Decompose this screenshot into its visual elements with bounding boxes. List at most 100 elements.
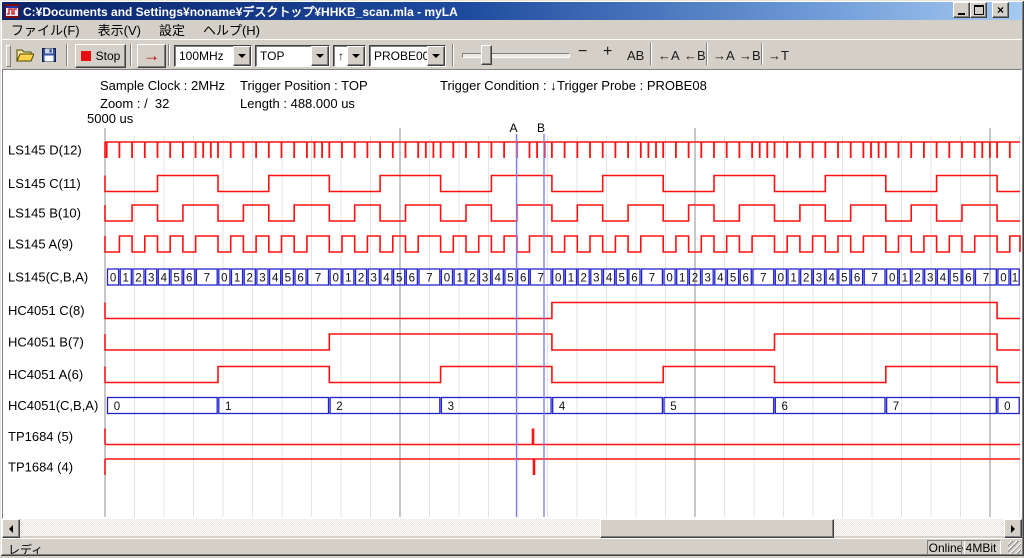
bus-cell-value: 6 xyxy=(743,273,749,285)
channel-label: HC4051(C,B,A) xyxy=(8,398,98,413)
minimize-button[interactable] xyxy=(953,2,970,18)
bus-cell-value: 5 xyxy=(173,273,179,285)
zoom-slider-track[interactable] xyxy=(462,53,570,58)
bus-cell-value: 7 xyxy=(871,273,877,285)
bus-cell-value: 5 xyxy=(396,273,402,285)
sample-rate-value: 100MHz xyxy=(179,49,224,63)
scroll-right-button[interactable] xyxy=(1004,519,1022,538)
toolbar-grip[interactable] xyxy=(6,45,11,67)
resize-grip[interactable] xyxy=(1008,541,1021,554)
bus-cell-value: 4 xyxy=(606,273,613,285)
bus-cell-value: 1 xyxy=(234,273,240,285)
waveform-tp1684-4 xyxy=(105,459,1020,475)
bus-cell-value: 1 xyxy=(123,273,129,285)
maximize-button[interactable] xyxy=(970,2,987,18)
bus-cell-value: 7 xyxy=(983,273,989,285)
dropdown-arrow-icon[interactable] xyxy=(427,46,445,66)
zoom-in-button[interactable]: + xyxy=(603,43,612,61)
status-bar: レディ Online 4MBit xyxy=(2,538,1022,555)
toolbar-separator xyxy=(650,43,652,65)
run-button[interactable]: → xyxy=(137,44,166,68)
cursor-b-label: B xyxy=(537,121,545,135)
bus-cell-value: 3 xyxy=(593,273,599,285)
bus-cell-value: 5 xyxy=(619,273,625,285)
waveform-tp1684-5 xyxy=(105,429,1020,445)
bus-cell-value: 5 xyxy=(952,273,958,285)
bus-cell-value: 7 xyxy=(893,401,899,413)
cursor-a-label: A xyxy=(509,121,517,135)
bus-cell-value: 4 xyxy=(383,273,390,285)
trigger-edge-select[interactable]: ↑ xyxy=(333,45,366,67)
bus-cell-value: 6 xyxy=(520,273,526,285)
goto-cursor-b-left-button[interactable]: ←B xyxy=(684,48,706,63)
triangle-right-icon xyxy=(1011,525,1015,533)
channel-label: TP1684 (4) xyxy=(8,460,73,475)
open-file-button[interactable] xyxy=(14,45,36,65)
zoom-out-button[interactable]: − xyxy=(578,43,587,61)
channel-label: HC4051 C(8) xyxy=(8,303,85,318)
sample-rate-select[interactable]: 100MHz xyxy=(174,45,252,67)
save-button[interactable] xyxy=(38,45,60,65)
goto-trigger-button[interactable]: →T xyxy=(768,48,789,63)
goto-cursor-a-left-button[interactable]: ←A xyxy=(658,48,680,63)
bus-cell-value: 7 xyxy=(204,273,210,285)
menu-file[interactable]: ファイル(F) xyxy=(2,19,89,40)
bus-cell-value: 6 xyxy=(297,273,303,285)
info-trigger-probe: Trigger Probe : PROBE08 xyxy=(557,78,707,93)
goto-cursor-a-right-button[interactable]: →A xyxy=(713,48,735,63)
bus-cell-value: 5 xyxy=(730,273,736,285)
bus-cell-value: 6 xyxy=(782,401,788,413)
scroll-left-button[interactable] xyxy=(2,519,20,538)
dropdown-arrow-icon[interactable] xyxy=(311,46,329,66)
triangle-left-icon xyxy=(9,525,13,533)
horizontal-scrollbar[interactable] xyxy=(2,519,1022,536)
channel-label: TP1684 (5) xyxy=(8,429,73,444)
dropdown-arrow-icon[interactable] xyxy=(347,46,365,66)
dropdown-arrow-icon[interactable] xyxy=(233,46,251,66)
bus-cell-value: 1 xyxy=(345,273,351,285)
waveform-canvas: LS145 D(12)LS145 C(11)LS145 B(10)LS145 A… xyxy=(3,70,1021,518)
bus-cell-value: 4 xyxy=(940,273,947,285)
menu-view[interactable]: 表示(V) xyxy=(89,19,150,40)
waveform-ls145-a-9 xyxy=(105,236,1020,252)
window-title: C:¥Documents and Settings¥noname¥デスクトップ¥… xyxy=(23,3,458,20)
menu-help[interactable]: ヘルプ(H) xyxy=(194,19,269,40)
time-division-label: 5000 us xyxy=(87,111,133,126)
bus-cell-value: 4 xyxy=(495,273,502,285)
trigger-position-select[interactable]: TOP xyxy=(255,45,330,67)
bus-cell-value: 7 xyxy=(760,273,766,285)
channel-label: LS145 C(11) xyxy=(8,176,81,191)
waveform-hc4051-a-6 xyxy=(105,367,1020,383)
close-icon: × xyxy=(997,5,1004,15)
bus-cell-value: 7 xyxy=(537,273,543,285)
bus-cell xyxy=(887,398,997,414)
close-button[interactable]: × xyxy=(992,2,1009,18)
status-ready-text: レディ xyxy=(8,541,43,558)
zoom-slider-thumb[interactable] xyxy=(481,45,492,65)
bus-cell-value: 3 xyxy=(704,273,710,285)
bus-cell-value: 6 xyxy=(965,273,971,285)
bus-cell-value: 6 xyxy=(186,273,192,285)
bus-cell-value: 4 xyxy=(559,401,566,413)
bus-cell xyxy=(108,398,218,414)
bus-cell-value: 0 xyxy=(778,273,784,285)
bus-cell-value: 6 xyxy=(854,273,860,285)
waveform-hc4051-c-8 xyxy=(105,303,1020,319)
goto-cursor-b-right-button[interactable]: →B xyxy=(739,48,761,63)
info-trigger-condition: Trigger Condition : ↓ xyxy=(440,78,557,93)
waveform-ls145-c-11 xyxy=(105,176,1020,192)
bus-cell-value: 1 xyxy=(568,273,574,285)
channel-label: HC4051 B(7) xyxy=(8,335,84,350)
title-bar: C:¥Documents and Settings¥noname¥デスクトップ¥… xyxy=(2,2,1022,20)
trigger-edge-value: ↑ xyxy=(338,49,344,63)
bus-cell-value: 0 xyxy=(110,273,116,285)
bus-cell-value: 2 xyxy=(336,401,342,413)
zoom-ab-button[interactable]: AB xyxy=(627,48,644,63)
bus-cell-value: 0 xyxy=(666,273,672,285)
stop-button[interactable]: Stop xyxy=(75,44,126,68)
toolbar-separator xyxy=(130,44,132,66)
run-arrow-icon: → xyxy=(143,49,160,63)
menu-settings[interactable]: 設定 xyxy=(150,19,194,40)
scrollbar-thumb[interactable] xyxy=(600,519,834,538)
probe-select[interactable]: PROBE00 xyxy=(369,45,446,67)
